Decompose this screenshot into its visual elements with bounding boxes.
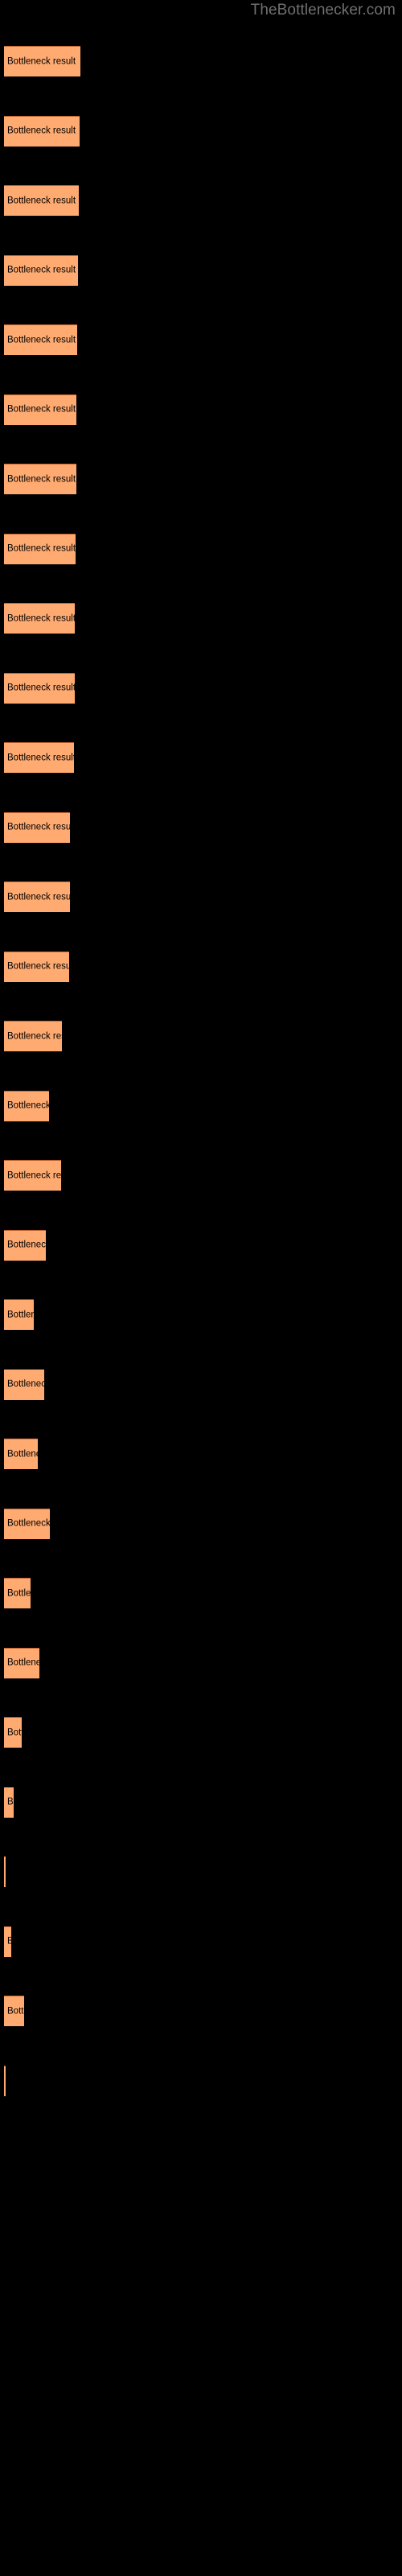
bar-row: Bottleneck result [0, 1439, 402, 1469]
bar-row: Bottleneck result [0, 533, 402, 564]
bar-label: Bottleneck result [7, 1031, 62, 1041]
bar-label: Bottleneck result [7, 613, 75, 623]
bar-label: Bottleneck result [7, 683, 75, 693]
bar-label: Bottleneck result [7, 474, 76, 484]
bar[interactable]: Bottleneck result [4, 1996, 24, 2026]
bar[interactable]: Bottleneck result [4, 672, 75, 704]
bar-row: Bottleneck result [0, 1368, 402, 1400]
bar[interactable]: Bottleneck result [4, 46, 80, 76]
bar[interactable]: Bottleneck result [4, 324, 77, 355]
bar[interactable]: Bottleneck result [4, 1856, 6, 1887]
bar-label: Bottleneck result [7, 543, 76, 554]
bar[interactable]: Bottleneck result [4, 1160, 61, 1191]
bar-label: Bottleneck result [7, 822, 70, 832]
bar[interactable]: Bottleneck result [4, 1090, 49, 1121]
bar[interactable]: Bottleneck result [4, 1786, 14, 1818]
bar[interactable]: Bottleneck result [4, 1299, 34, 1330]
bar[interactable]: Bottleneck result [4, 1578, 31, 1608]
bar-row: Bottleneck result [0, 1996, 402, 2026]
bar-label: Bottleneck result [7, 1170, 61, 1180]
bar-label: Bottleneck result [7, 1937, 11, 1947]
bar-label: Bottleneck result [7, 1797, 14, 1807]
bar[interactable]: Bottleneck result [4, 185, 79, 216]
bar-row: Bottleneck result [0, 881, 402, 912]
bar-row: Bottleneck result [0, 185, 402, 216]
bar-row: Bottleneck result [0, 1926, 402, 1957]
bar-label: Bottleneck result [7, 196, 76, 205]
bar-row: Bottleneck result [0, 324, 402, 355]
bar-label: Bottleneck result [7, 1518, 50, 1529]
bar[interactable]: Bottleneck result [4, 115, 80, 147]
bar[interactable]: Bottleneck result [4, 1229, 46, 1261]
bar-row: Bottleneck result [0, 1090, 402, 1121]
bar[interactable]: Bottleneck result [4, 464, 76, 494]
bar-row: Bottleneck result [0, 1229, 402, 1261]
bar[interactable]: Bottleneck result [4, 951, 69, 982]
bar[interactable]: Bottleneck result [4, 1021, 62, 1051]
bar-row: Bottleneck result [0, 951, 402, 982]
bar[interactable]: Bottleneck result [4, 2065, 6, 2096]
bar-label: Bottleneck result [7, 335, 76, 345]
bar-label: Bottleneck result [7, 1240, 46, 1250]
bar[interactable]: Bottleneck result [4, 394, 76, 425]
bar-label: Bottleneck result [7, 1728, 22, 1737]
bar[interactable]: Bottleneck result [4, 1647, 39, 1678]
bar-label: Bottleneck result [7, 1310, 34, 1319]
bar-label: Bottleneck result [7, 126, 76, 136]
bar-label: Bottleneck result [7, 56, 76, 66]
bar-row: Bottleneck result [0, 1578, 402, 1608]
bar-row: Bottleneck result [0, 1299, 402, 1330]
bar[interactable]: Bottleneck result [4, 533, 76, 564]
bar-row: Bottleneck result [0, 1508, 402, 1539]
bar[interactable]: Bottleneck result [4, 1368, 44, 1400]
bar-row: Bottleneck result [0, 672, 402, 704]
bar-row: Bottleneck result [0, 394, 402, 425]
chart-root: TheBottlenecker.com Bottleneck result Bot… [0, 0, 402, 2576]
bar[interactable]: Bottleneck result [4, 742, 74, 773]
bar-label: Bottleneck result [7, 1449, 38, 1459]
bar-row: Bottleneck result [0, 46, 402, 76]
bar-row: Bottleneck result [0, 1160, 402, 1191]
bar-label: Bottleneck result [7, 2006, 24, 2016]
bar-label: Bottleneck result [7, 1657, 39, 1668]
bar-row: Bottleneck result [0, 1647, 402, 1678]
bar-row: Bottleneck result [0, 115, 402, 147]
bar[interactable]: Bottleneck result [4, 881, 70, 912]
bar-row: Bottleneck result [0, 1021, 402, 1051]
bar[interactable]: Bottleneck result [4, 603, 75, 634]
bar-label: Bottleneck result [7, 1379, 44, 1389]
bar[interactable]: Bottleneck result [4, 1439, 38, 1469]
bar-label: Bottleneck result [7, 1588, 31, 1598]
bar-row: Bottleneck result [0, 1786, 402, 1818]
bar-row: Bottleneck result [0, 811, 402, 843]
bar-chart-plot-area: Bottleneck result Bottleneck result Bottle… [0, 0, 402, 2576]
bar-row: Bottleneck result [0, 464, 402, 494]
bar-label: Bottleneck result [7, 961, 69, 972]
bar[interactable]: Bottleneck result [4, 811, 70, 843]
bar-label: Bottleneck result [7, 404, 76, 415]
bar-label: Bottleneck result [7, 892, 70, 902]
bar-row: Bottleneck result [0, 1856, 402, 1887]
bar-label: Bottleneck result [7, 1100, 49, 1111]
bar-row: Bottleneck result [0, 603, 402, 634]
bar[interactable]: Bottleneck result [4, 254, 78, 286]
bar[interactable]: Bottleneck result [4, 1717, 22, 1748]
bar-row: Bottleneck result [0, 1717, 402, 1748]
bar-label: Bottleneck result [7, 265, 76, 275]
bar-row: Bottleneck result [0, 742, 402, 773]
bar-row: Bottleneck result [0, 254, 402, 286]
bar[interactable]: Bottleneck result [4, 1926, 11, 1957]
bar-row: Bottleneck result [0, 2065, 402, 2096]
bar[interactable]: Bottleneck result [4, 1508, 50, 1539]
bar-label: Bottleneck result [7, 753, 74, 762]
